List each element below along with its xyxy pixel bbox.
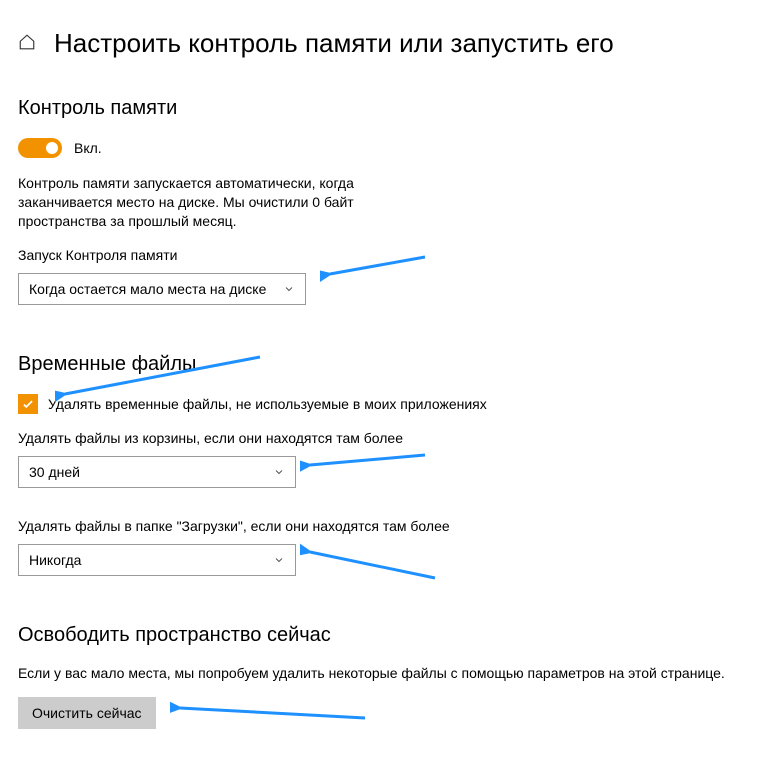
home-icon[interactable] bbox=[18, 33, 36, 54]
toggle-state-label: Вкл. bbox=[74, 140, 102, 156]
free-up-description: Если у вас мало места, мы попробуем удал… bbox=[18, 665, 755, 681]
recycle-bin-value: 30 дней bbox=[29, 464, 80, 480]
downloads-value: Никогда bbox=[29, 552, 81, 568]
recycle-bin-select[interactable]: 30 дней bbox=[18, 456, 296, 488]
run-storage-sense-label: Запуск Контроля памяти bbox=[18, 247, 755, 263]
delete-temp-files-checkbox[interactable] bbox=[18, 394, 38, 414]
downloads-select[interactable]: Никогда bbox=[18, 544, 296, 576]
storage-sense-heading: Контроль памяти bbox=[18, 97, 755, 120]
temp-files-heading: Временные файлы bbox=[18, 353, 755, 376]
clean-now-button[interactable]: Очистить сейчас bbox=[18, 697, 156, 729]
storage-sense-description: Контроль памяти запускается автоматическ… bbox=[18, 174, 398, 231]
chevron-down-icon bbox=[283, 283, 295, 295]
page-title: Настроить контроль памяти или запустить … bbox=[54, 28, 614, 59]
chevron-down-icon bbox=[273, 554, 285, 566]
free-up-heading: Освободить пространство сейчас bbox=[18, 624, 755, 647]
checkmark-icon bbox=[21, 397, 35, 411]
recycle-bin-label: Удалять файлы из корзины, если они наход… bbox=[18, 430, 755, 446]
delete-temp-files-label: Удалять временные файлы, не используемые… bbox=[48, 396, 487, 412]
downloads-label: Удалять файлы в папке "Загрузки", если о… bbox=[18, 518, 755, 534]
chevron-down-icon bbox=[273, 466, 285, 478]
storage-sense-toggle[interactable] bbox=[18, 138, 62, 158]
run-storage-sense-value: Когда остается мало места на диске bbox=[29, 281, 266, 297]
run-storage-sense-select[interactable]: Когда остается мало места на диске bbox=[18, 273, 306, 305]
